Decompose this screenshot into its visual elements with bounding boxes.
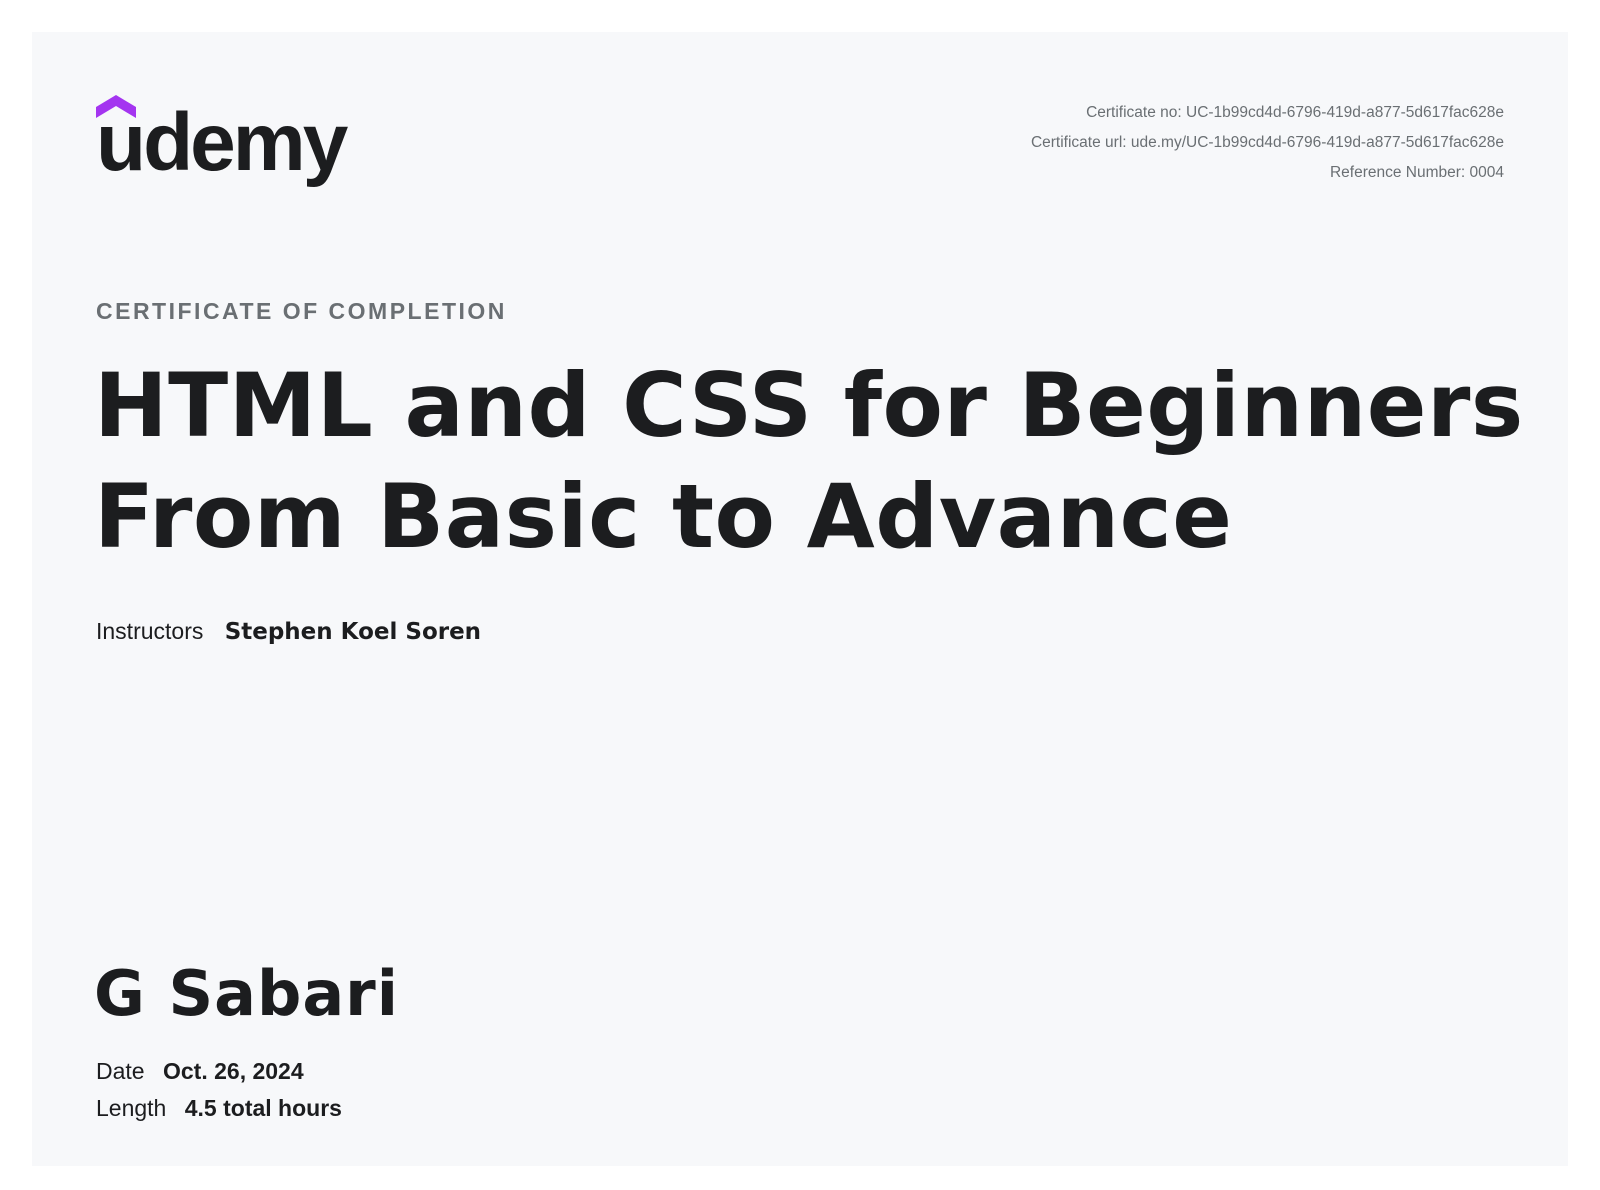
- date-value: Oct. 26, 2024: [162, 1058, 304, 1084]
- instructors-label: Instructors: [96, 618, 204, 644]
- udemy-logo: udemy: [96, 94, 366, 194]
- certificate-url: Certificate url: ude.my/UC-1b99cd4d-6796…: [1030, 134, 1504, 151]
- logo-wordmark: udemy: [96, 97, 348, 188]
- date-row: Date Oct. 26, 2024: [96, 1058, 304, 1085]
- certificate-number: Certificate no: UC-1b99cd4d-6796-419d-a8…: [1086, 104, 1504, 121]
- instructors-row: Instructors Stephen Koel Soren: [96, 618, 481, 645]
- certificate-card: udemy Certificate no: UC-1b99cd4d-6796-4…: [32, 32, 1568, 1166]
- reference-number: Reference Number: 0004: [1329, 164, 1504, 181]
- certificate-meta: Certificate no: UC-1b99cd4d-6796-419d-a8…: [1031, 98, 1504, 188]
- recipient-name: G Sabari: [94, 957, 400, 1030]
- length-label: Length: [96, 1095, 167, 1121]
- instructors-value: Stephen Koel Soren: [224, 619, 482, 645]
- date-label: Date: [96, 1058, 145, 1084]
- course-title-line-2: From Basic to Advance: [94, 465, 1233, 568]
- length-row: Length 4.5 total hours: [96, 1095, 342, 1122]
- length-value: 4.5 total hours: [184, 1095, 342, 1121]
- certificate-eyebrow: CERTIFICATE OF COMPLETION: [96, 298, 507, 324]
- course-title-line-1: HTML and CSS for Beginners: [94, 354, 1524, 457]
- course-title: HTML and CSS for Beginners From Basic to…: [94, 350, 1554, 572]
